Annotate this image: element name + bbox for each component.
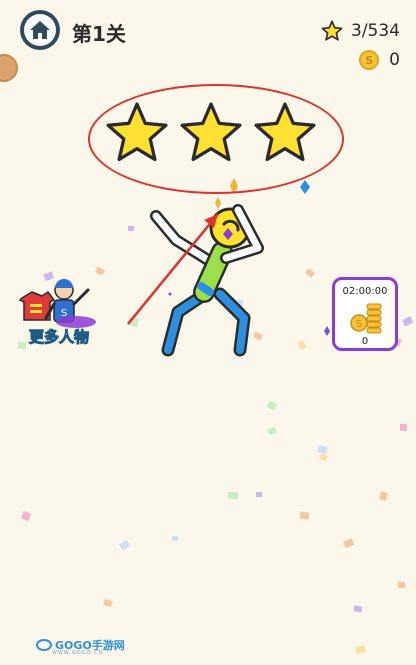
coin-stack-icon: S — [350, 303, 382, 334]
level-title: 第1关 — [72, 22, 126, 46]
rating-star-1 — [104, 100, 170, 166]
coin-count-value: 0 — [389, 50, 400, 70]
reward-count: 0 — [361, 336, 369, 347]
reward-timer: 02:00:00 — [342, 286, 388, 297]
more-characters-button[interactable]: S 更多人物 — [16, 276, 102, 350]
star-icon — [254, 102, 316, 162]
coin-counter: S 0 — [359, 50, 400, 70]
svg-text:S: S — [356, 319, 362, 330]
home-button[interactable] — [20, 10, 60, 50]
annotation-arrow — [127, 213, 219, 325]
star-icon — [180, 102, 242, 162]
rating-star-3 — [252, 100, 318, 166]
more-characters-label: 更多人物 — [28, 328, 89, 347]
gogo-logo-icon — [36, 639, 52, 651]
characters-icon: S — [18, 279, 96, 328]
star-counter: 3/534 — [321, 20, 400, 42]
star-icon — [321, 20, 343, 41]
star-count-value: 3/534 — [351, 21, 400, 41]
star-icon — [106, 102, 168, 162]
home-button-face — [24, 14, 56, 46]
watermark-url: WWW.GOGO.CN — [52, 650, 104, 656]
offline-reward-card[interactable]: 02:00:00 S 0 — [332, 277, 398, 351]
coin-icon: S — [359, 50, 380, 70]
home-icon — [30, 21, 50, 39]
rating-star-2 — [178, 100, 244, 166]
